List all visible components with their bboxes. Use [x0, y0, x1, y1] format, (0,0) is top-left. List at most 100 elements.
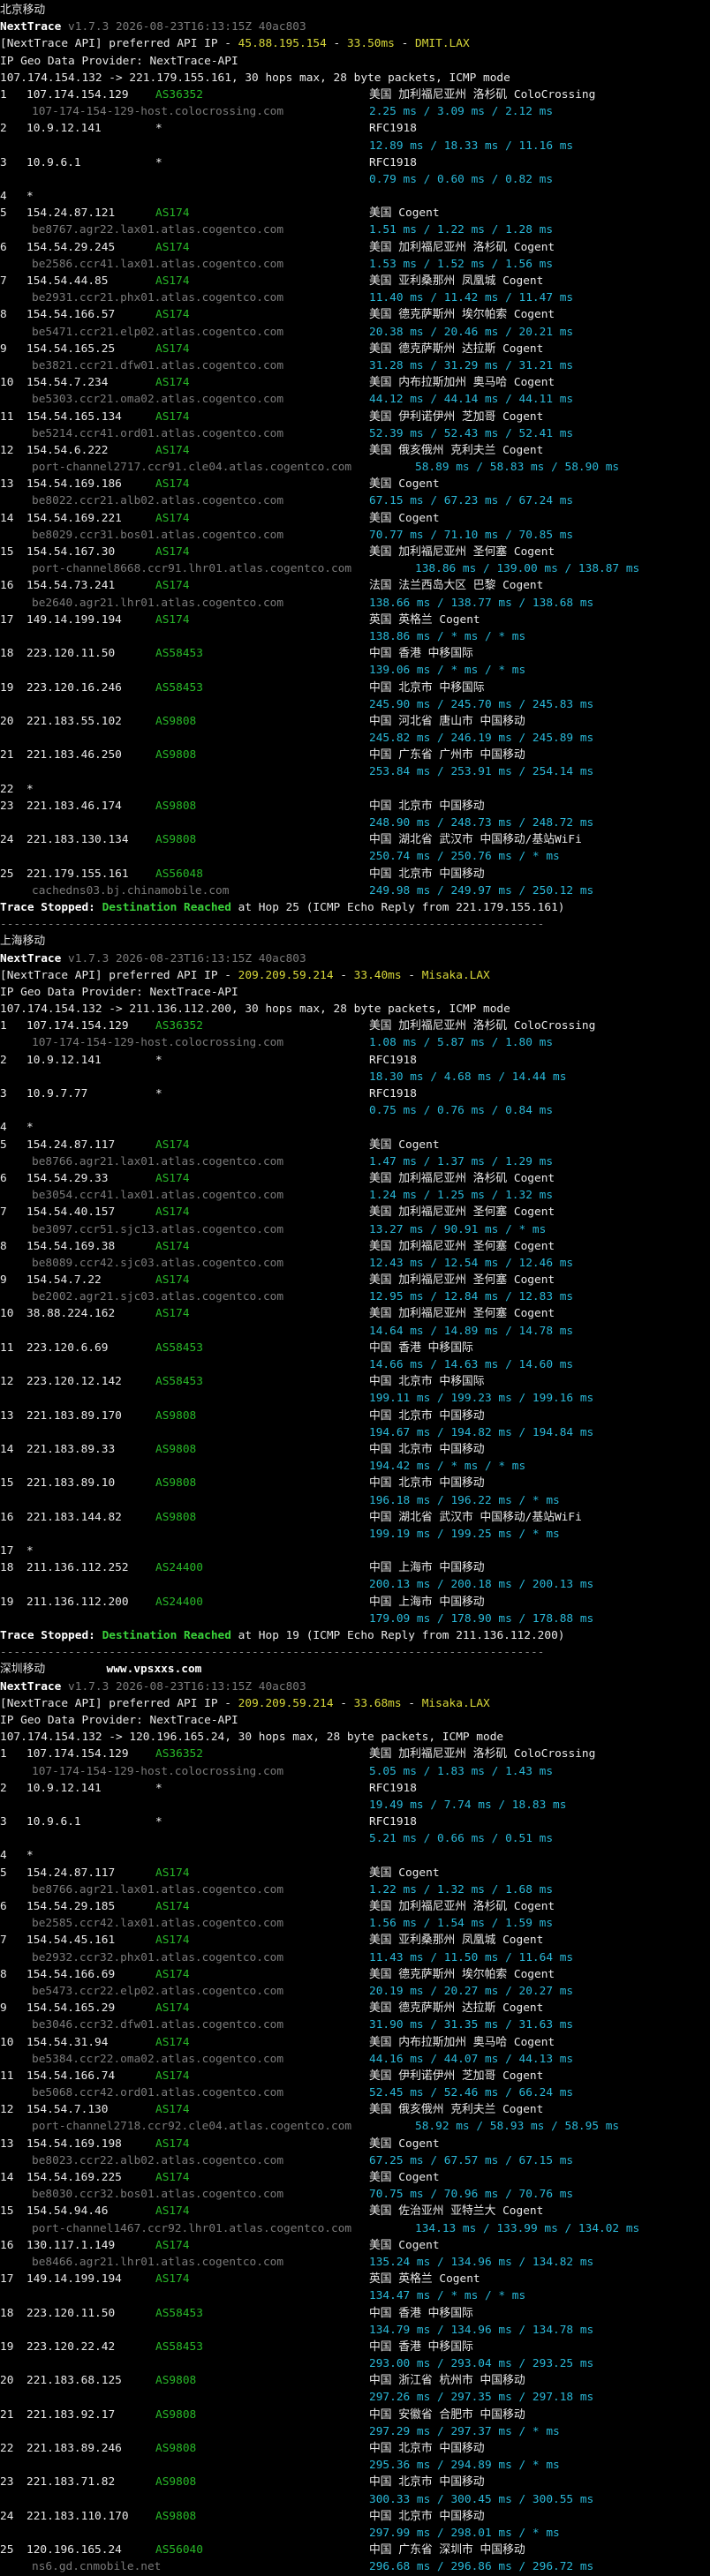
hop-ip: 221.183.89.246: [26, 2442, 122, 2455]
hop-number: 21: [0, 2407, 14, 2422]
hop-hostname: port-channel8668.ccr91.lhr01.atlas.cogen…: [32, 562, 352, 576]
hop-row: 15 154.54.167.30 AS174 美国 加利福尼亚州 圣何塞 Cogent: [0, 544, 710, 560]
hop-number: 18: [0, 2306, 14, 2320]
hop-ip: 154.24.87.121: [26, 207, 116, 221]
hop-asn: AS174: [155, 2171, 190, 2184]
hop-number: 9: [0, 2001, 7, 2016]
hop-rtt: 0.75 ms / 0.76 ms / 0.84 ms: [369, 1104, 554, 1118]
hop-rtt: 70.77 ms / 71.10 ms / 70.85 ms: [369, 528, 574, 542]
hop-number: 1: [0, 1019, 7, 1033]
hop-asn: AS9808: [155, 1510, 197, 1524]
hop-detail-row: 14.66 ms / 14.63 ms / 14.60 ms: [0, 1356, 710, 1373]
hop-number: 3: [0, 155, 7, 169]
hop-geo: 美国 Cogent: [369, 511, 440, 525]
hop-geo: 美国 德克萨斯州 达拉斯 Cogent: [369, 2001, 544, 2016]
hop-row: 5 154.24.87.117 AS174 美国 Cogent: [0, 1865, 710, 1881]
hop-ip: 154.24.87.117: [26, 1866, 116, 1880]
hop-number: 11: [0, 409, 14, 424]
api-dash: -: [326, 37, 347, 51]
hop-ip: 154.54.7.234: [26, 376, 109, 390]
api-ip: 209.209.59.214: [238, 968, 334, 982]
hop-hostname: be5471.ccr21.elp02.atlas.cogentco.com: [32, 325, 284, 339]
hop-geo: 中国 上海市 中国移动: [369, 1561, 485, 1575]
hop-hostname: be8023.ccr22.alb02.atlas.cogentco.com: [32, 2153, 284, 2167]
hop-ip: 38.88.224.162: [26, 1307, 116, 1321]
hop-rtt: 296.68 ms / 296.86 ms / 296.72 ms: [369, 2560, 594, 2574]
hop-hostname: be8767.agr22.lax01.atlas.cogentco.com: [32, 223, 284, 237]
hop-rtt: 52.45 ms / 52.46 ms / 66.24 ms: [369, 2086, 574, 2100]
hop-rtt: 13.27 ms / 90.91 ms / * ms: [369, 1222, 547, 1236]
hop-asn: AS174: [155, 1934, 190, 1948]
api-dash: -: [401, 1696, 422, 1710]
hop-ip: 10.9.12.141: [26, 1053, 102, 1067]
hop-number: 4: [0, 1121, 7, 1135]
hop-number: 19: [0, 680, 14, 695]
hop-hostname: ns6.gd.cnmobile.net: [32, 2560, 162, 2574]
hop-detail-row: port-channel1467.ccr92.lhr01.atlas.cogen…: [0, 2220, 710, 2237]
hop-detail-row: port-channel2718.ccr92.cle04.atlas.cogen…: [0, 2118, 710, 2135]
hop-asn: AS174: [155, 1307, 190, 1321]
hop-asn: *: [155, 1815, 162, 1829]
hop-row: 21 221.183.92.17 AS9808 中国 安徽省 合肥市 中国移动: [0, 2407, 710, 2423]
hop-asn: *: [155, 1087, 162, 1100]
hop-rtt: 19.49 ms / 7.74 ms / 18.83 ms: [369, 1798, 567, 1812]
hop-rtt: 12.43 ms / 12.54 ms / 12.46 ms: [369, 1256, 574, 1270]
hop-number: 17: [0, 1544, 14, 1558]
hop-ip: 221.183.144.82: [26, 1510, 122, 1524]
hop-rtt: 138.86 ms / * ms / * ms: [369, 629, 526, 643]
hop-row: 6 154.54.29.185 AS174 美国 加利福尼亚州 洛杉矶 Cogent: [0, 1898, 710, 1915]
hop-ip: 223.120.22.42: [26, 2339, 116, 2354]
city-heading: 上海移动: [0, 933, 710, 950]
hop-hostname: 107-174-154-129-host.colocrossing.com: [32, 1764, 284, 1778]
hop-ip: 154.54.166.74: [26, 2069, 116, 2083]
hop-row: 23 221.183.46.174 AS9808 中国 北京市 中国移动: [0, 798, 710, 815]
hop-geo: 法国 法兰西岛大区 巴黎 Cogent: [369, 579, 544, 593]
hop-rtt: 250.74 ms / 250.76 ms / * ms: [369, 850, 560, 864]
hop-detail-row: 139.06 ms / * ms / * ms: [0, 662, 710, 679]
hop-asn: AS9808: [155, 748, 197, 762]
hop-geo: RFC1918: [369, 1053, 417, 1067]
hop-row: 14 154.54.169.225 AS174 美国 Cogent: [0, 2169, 710, 2186]
hop-asn: AS174: [155, 409, 190, 424]
hop-row: 10 38.88.224.162 AS174 美国 加利福尼亚州 圣何塞 Cogent: [0, 1305, 710, 1322]
hop-hostname: be8029.ccr31.bos01.atlas.cogentco.com: [32, 528, 284, 542]
hop-number: 10: [0, 2035, 14, 2049]
hop-rtt: 249.98 ms / 249.97 ms / 250.12 ms: [369, 883, 594, 897]
hop-number: 2: [0, 1053, 7, 1067]
hop-number: 18: [0, 647, 14, 661]
hop-geo: 中国 广东省 深圳市 中国移动: [369, 2543, 525, 2557]
hop-number: 20: [0, 2374, 14, 2388]
hop-rtt: 139.06 ms / * ms / * ms: [369, 664, 526, 678]
hop-ip: 221.183.92.17: [26, 2407, 116, 2422]
hop-geo: 中国 香港 中移国际: [369, 2339, 473, 2354]
hop-ip: 154.54.94.46: [26, 2204, 109, 2219]
hop-detail-row: 19.49 ms / 7.74 ms / 18.83 ms: [0, 1797, 710, 1814]
hop-rtt: 134.47 ms / * ms / * ms: [369, 2289, 526, 2303]
api-prefix: [NextTrace API] preferred API IP -: [0, 1696, 238, 1710]
hop-row: 19 211.136.112.200 AS24400 中国 上海市 中国移动: [0, 1594, 710, 1611]
hop-geo: 中国 香港 中移国际: [369, 647, 473, 661]
api-node: Misaka.LAX: [421, 1696, 490, 1710]
hop-hostname: port-channel2718.ccr92.cle04.atlas.cogen…: [32, 2120, 352, 2134]
hop-asn: *: [155, 1781, 162, 1795]
hop-asn: AS174: [155, 274, 190, 288]
api-node: DMIT.LAX: [415, 37, 470, 51]
hop-ip: 223.120.11.50: [26, 2306, 116, 2320]
hop-ip: 221.183.55.102: [26, 714, 122, 728]
hop-geo: 美国 加利福尼亚州 洛杉矶 ColoCrossing: [369, 87, 596, 101]
hop-detail-row: 5.21 ms / 0.66 ms / 0.51 ms: [0, 1830, 710, 1847]
hop-number: 16: [0, 2238, 14, 2252]
api-line: [NextTrace API] preferred API IP - 209.2…: [0, 967, 710, 984]
hop-ip: 223.120.11.50: [26, 647, 116, 661]
hop-detail-row: be2002.agr21.sjc03.atlas.cogentco.com 12.…: [0, 1288, 710, 1305]
hop-row: 4 *: [0, 1119, 710, 1136]
hop-geo: 中国 广东省 广州市 中国移动: [369, 748, 525, 762]
hop-detail-row: port-channel2717.ccr91.cle04.atlas.cogen…: [0, 459, 710, 476]
hop-geo: 美国 德克萨斯州 埃尔帕索 Cogent: [369, 1967, 555, 1981]
hop-asn: AS58453: [155, 1375, 203, 1389]
hop-asn: *: [155, 122, 162, 136]
hop-geo: 美国 加利福尼亚州 洛杉矶 ColoCrossing: [369, 1019, 596, 1033]
provider-text: IP Geo Data Provider: NextTrace-API: [0, 1713, 238, 1727]
hop-ip: 154.54.169.38: [26, 1239, 116, 1253]
hop-detail-row: 138.86 ms / * ms / * ms: [0, 628, 710, 645]
